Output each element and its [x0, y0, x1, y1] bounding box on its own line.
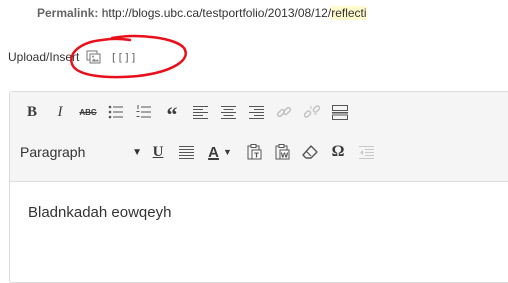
- more-tag-icon: [332, 104, 348, 120]
- align-right-icon: [248, 105, 264, 119]
- special-character-button[interactable]: Ω: [324, 139, 352, 165]
- bullet-list-icon: [108, 105, 123, 119]
- svg-text:W: W: [280, 152, 288, 160]
- editor-toolbar: B I ABC “ Paragraph ▼ U A ▼ T W Ω: [10, 92, 508, 182]
- insert-more-button[interactable]: [326, 99, 354, 125]
- blockquote-button[interactable]: “: [158, 99, 186, 126]
- permalink-url-prefix[interactable]: http://blogs.ubc.ca/testportfolio/2013/0…: [102, 6, 332, 20]
- paste-word-button[interactable]: W: [268, 139, 296, 165]
- chevron-down-icon: ▼: [222, 147, 232, 157]
- format-select-value: Paragraph: [20, 144, 86, 160]
- bullet-list-button[interactable]: [102, 99, 130, 125]
- svg-text:T: T: [254, 152, 259, 160]
- paste-text-button[interactable]: T: [240, 139, 268, 165]
- justify-button[interactable]: [172, 139, 200, 165]
- strikethrough-button[interactable]: ABC: [74, 99, 102, 125]
- text-color-label: A: [208, 143, 219, 161]
- upload-insert-label: Upload/Insert: [8, 50, 80, 64]
- permalink-slug[interactable]: reflecti: [331, 6, 367, 20]
- shortcode-icon[interactable]: [[]]: [110, 51, 137, 64]
- align-justify-icon: [178, 145, 194, 159]
- align-center-button[interactable]: [214, 99, 242, 125]
- editor-content[interactable]: Bladnkadah eowqeyh: [28, 204, 171, 221]
- numbered-list-icon: [136, 105, 151, 118]
- bold-button[interactable]: B: [18, 99, 46, 125]
- eraser-icon: [302, 145, 318, 159]
- chevron-down-icon: ▼: [132, 146, 142, 158]
- add-media-icon[interactable]: [86, 50, 102, 64]
- outdent-button[interactable]: [352, 139, 380, 165]
- align-left-icon: [192, 105, 208, 119]
- align-right-button[interactable]: [242, 99, 270, 125]
- paste-text-icon: T: [247, 144, 261, 160]
- outdent-icon: [358, 145, 374, 159]
- insert-link-button[interactable]: [270, 99, 298, 125]
- link-icon: [276, 106, 292, 118]
- format-select[interactable]: Paragraph ▼: [20, 139, 142, 165]
- text-color-button[interactable]: A ▼: [200, 139, 240, 165]
- unlink-button[interactable]: [298, 99, 326, 125]
- permalink-label: Permalink:: [37, 6, 99, 20]
- unlink-icon: [304, 105, 320, 118]
- clear-formatting-button[interactable]: [296, 139, 324, 165]
- paste-word-icon: W: [275, 144, 289, 160]
- underline-button[interactable]: U: [144, 139, 172, 165]
- toolbar-row-2: Paragraph ▼ U A ▼ T W Ω: [10, 138, 380, 166]
- numbered-list-button[interactable]: [130, 99, 158, 125]
- align-center-icon: [220, 105, 236, 119]
- toolbar-row-1: B I ABC “: [10, 98, 354, 126]
- permalink-line: Permalink: http://blogs.ubc.ca/testportf…: [37, 6, 367, 20]
- upload-insert-row: Upload/Insert [[]]: [8, 50, 137, 64]
- post-editor: B I ABC “ Paragraph ▼ U A ▼ T W Ω Bladnk…: [9, 91, 508, 283]
- italic-button[interactable]: I: [46, 99, 74, 125]
- align-left-button[interactable]: [186, 99, 214, 125]
